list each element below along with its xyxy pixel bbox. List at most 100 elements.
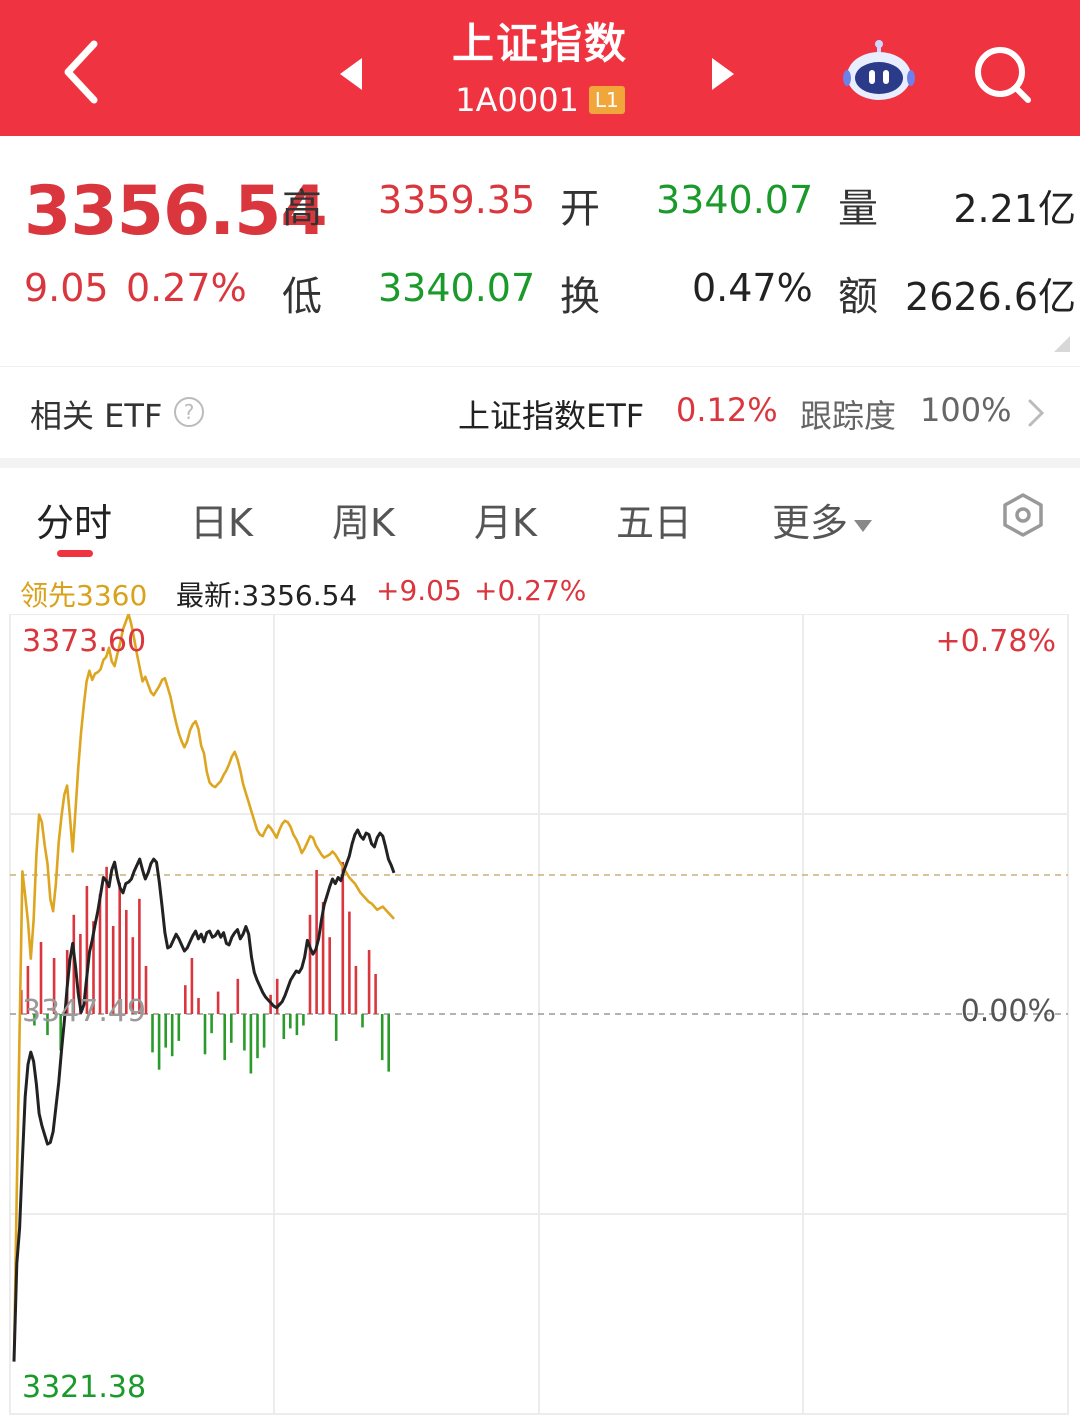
tab-more-label: 更多 <box>772 501 849 545</box>
volume-bar <box>243 1014 246 1051</box>
high-label: 高 <box>282 186 322 232</box>
info-change-pct: +0.27% <box>474 574 587 607</box>
chart-settings-button[interactable] <box>1000 492 1046 538</box>
etf-name: 上证指数ETF <box>458 397 645 435</box>
related-etf-row[interactable]: 相关 ETF ? 上证指数ETF 0.12% 跟踪度 100% <box>0 366 1080 458</box>
leading-line <box>12 614 395 1362</box>
caret-down-icon <box>854 519 873 532</box>
next-index-button[interactable] <box>700 52 744 96</box>
tab-monthly-k[interactable]: 月K <box>474 492 537 547</box>
open-value: 3340.07 <box>656 178 814 222</box>
leading-indicator: 领先3360 <box>20 579 148 612</box>
price-line <box>12 828 396 1362</box>
info-change: +9.05 <box>376 574 462 607</box>
volume-bar <box>354 966 358 1014</box>
high-value: 3359.35 <box>378 178 536 222</box>
active-tab-indicator <box>57 550 93 557</box>
volume-bar <box>380 1014 384 1061</box>
prev-index-button[interactable] <box>330 52 374 96</box>
search-button[interactable] <box>968 40 1038 110</box>
volume-bar <box>223 1014 226 1061</box>
volume-bar <box>105 866 108 1014</box>
volume-bar <box>387 1014 390 1072</box>
expand-corner-icon[interactable] <box>1054 336 1070 352</box>
low-value: 3340.07 <box>378 266 536 310</box>
volume-bar <box>302 1014 305 1026</box>
latest-price-info: 最新:3356.54 <box>176 579 358 612</box>
question-circle-icon[interactable]: ? <box>174 397 204 427</box>
volume-bar <box>262 1014 266 1048</box>
triangle-right-icon <box>712 58 734 90</box>
etf-change-pct: 0.12% <box>676 391 778 429</box>
volume-bar <box>256 1014 259 1059</box>
volume-bar <box>216 991 220 1014</box>
volume-bar <box>328 937 331 1014</box>
chart-info-line: 领先3360 最新:3356.54 +9.05 +0.27% <box>0 564 1080 614</box>
volume-bar <box>151 1014 154 1053</box>
chart-tabs: 分时 日K 周K 月K 五日 更多 <box>0 468 1080 564</box>
volume-bar <box>341 862 345 1014</box>
volume-bar <box>164 1014 167 1048</box>
hexagon-settings-icon <box>1003 493 1043 537</box>
low-label: 低 <box>282 274 322 320</box>
pct-mid-label: 0.00% <box>960 994 1056 1029</box>
volume-bar <box>177 1014 181 1041</box>
volume-bar <box>236 978 240 1014</box>
volume-bar <box>190 958 194 1014</box>
y-mid-label: 3347.49 <box>22 994 147 1029</box>
volume-bar <box>230 1014 233 1043</box>
open-label: 开 <box>560 186 600 232</box>
turnover-value: 0.47% <box>692 266 813 310</box>
volume-bar <box>374 974 377 1014</box>
chevron-right-icon <box>1028 399 1045 427</box>
top-bar: 上证指数 1A0001 L1 <box>0 0 1080 136</box>
volume-bar <box>295 1014 299 1036</box>
amount-label: 额 <box>838 274 878 320</box>
search-icon <box>975 47 1031 103</box>
pct-max-label: +0.78% <box>935 624 1056 659</box>
volume-bar <box>289 1014 292 1029</box>
related-etf-label: 相关 ETF <box>30 397 163 435</box>
volume-bar <box>184 985 187 1014</box>
volume-bar <box>334 1014 338 1041</box>
intraday-chart[interactable] <box>0 614 1080 1424</box>
volume-bar <box>367 950 371 1014</box>
volume-bar <box>157 1014 161 1070</box>
volume-bar <box>210 1014 213 1034</box>
level-badge: L1 <box>588 86 625 114</box>
volume-bar <box>170 1014 174 1057</box>
amount-value: 2626.6亿 <box>905 275 1076 319</box>
tab-daily-k[interactable]: 日K <box>190 492 253 547</box>
back-button[interactable] <box>52 36 116 108</box>
turnover-label: 换 <box>560 274 600 320</box>
index-code: 1A0001 <box>455 81 579 119</box>
tracking-label: 跟踪度 <box>800 397 897 435</box>
volume-bar <box>203 1014 207 1055</box>
tab-more[interactable]: 更多 <box>772 492 873 547</box>
tracking-value: 100% <box>920 391 1012 429</box>
volume-bar <box>197 998 200 1014</box>
tab-intraday[interactable]: 分时 <box>36 492 112 547</box>
page-title: 上证指数 <box>451 19 628 68</box>
chart-grid <box>9 614 1069 1415</box>
volume-bar <box>361 1014 364 1028</box>
section-divider <box>0 458 1080 468</box>
volume-bar <box>348 911 351 1014</box>
volume-value: 2.21亿 <box>953 187 1076 231</box>
price-change-pct: 0.27% <box>126 266 247 310</box>
etf-more-button[interactable] <box>1024 397 1048 429</box>
tab-five-day[interactable]: 五日 <box>616 492 692 547</box>
tab-weekly-k[interactable]: 周K <box>332 492 395 547</box>
robot-assistant-icon <box>843 40 915 100</box>
price-change: 9.05 <box>24 266 109 310</box>
volume-label: 量 <box>838 186 878 232</box>
assistant-button[interactable] <box>842 38 916 104</box>
volume-bar <box>308 914 312 1014</box>
chevron-left-icon <box>64 40 98 104</box>
quote-panel: 3356.54 9.05 0.27% 高 3359.35 低 3340.07 开… <box>0 136 1080 366</box>
title-block: 上证指数 1A0001 L1 <box>380 16 700 120</box>
triangle-left-icon <box>340 58 362 90</box>
y-min-label: 3321.38 <box>22 1370 147 1405</box>
volume-bar <box>249 1014 253 1074</box>
y-max-label: 3373.60 <box>22 624 147 659</box>
